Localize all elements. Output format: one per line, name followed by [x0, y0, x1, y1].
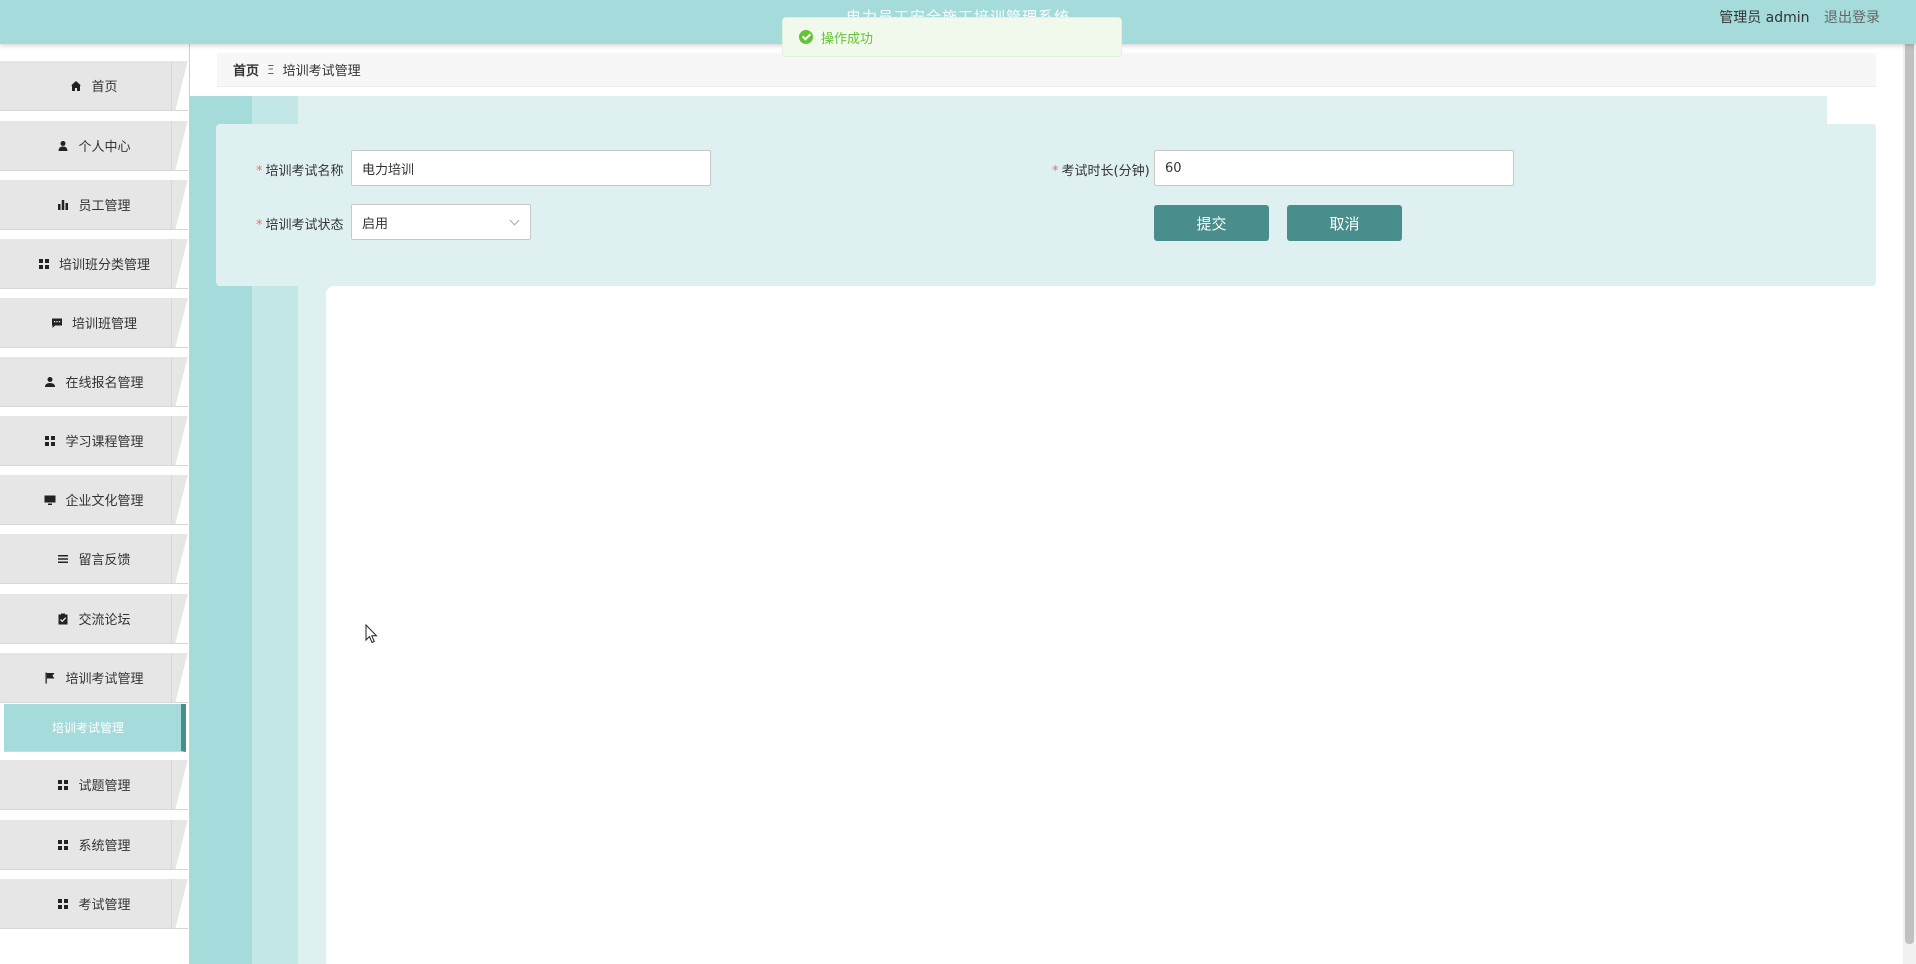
content-area	[326, 286, 1916, 964]
exam-form: * 培训考试名称 电力培训 * 考试时长(分钟) 60 * 培训考试状态 启用 提交 …	[216, 124, 1876, 286]
duration-label: * 考试时长(分钟)	[1052, 164, 1150, 179]
sidebar-item-personal-center[interactable]: 个人中心	[0, 121, 188, 171]
sidebar-item-class[interactable]: 培训班管理	[0, 298, 188, 348]
breadcrumb-current: 培训考试管理	[282, 64, 361, 79]
sidebar-item-registration[interactable]: 在线报名管理	[0, 357, 188, 407]
sidebar-item-label: 学习课程管理	[65, 435, 144, 450]
clipboard-check-icon	[57, 613, 69, 625]
sidebar-item-label: 个人中心	[78, 140, 131, 155]
sidebar-item-system[interactable]: 系统管理	[0, 820, 188, 870]
user-area: 管理员 admin 退出登录	[1719, 7, 1880, 27]
sidebar: 首页 个人中心 员工管理 培训班分类管理 培训班管理 在线报名管理 学习课程管理…	[0, 44, 190, 964]
sidebar-subitem-label: 培训考试管理	[52, 721, 125, 735]
duration-value: 60	[1165, 160, 1182, 176]
success-toast: 操作成功	[782, 17, 1122, 57]
sidebar-item-feedback[interactable]: 留言反馈	[0, 534, 188, 584]
list-icon	[57, 553, 69, 565]
grid-icon	[57, 779, 69, 791]
check-circle-icon	[799, 30, 813, 44]
sidebar-item-label: 交流论坛	[78, 613, 131, 628]
sidebar-item-questions[interactable]: 试题管理	[0, 760, 188, 810]
status-value: 启用	[362, 216, 389, 232]
sidebar-item-forum[interactable]: 交流论坛	[0, 594, 188, 644]
chevron-down-icon	[509, 215, 520, 226]
user-icon	[57, 140, 69, 152]
sidebar-item-class-category[interactable]: 培训班分类管理	[0, 239, 188, 289]
logout-link[interactable]: 退出登录	[1824, 10, 1880, 26]
exam-name-value: 电力培训	[362, 162, 415, 178]
monitor-icon	[44, 494, 56, 506]
status-select[interactable]: 启用	[351, 204, 531, 240]
person-icon	[44, 376, 56, 388]
sidebar-item-label: 首页	[91, 80, 118, 95]
exam-name-label: * 培训考试名称	[256, 164, 344, 179]
submit-button[interactable]: 提交	[1154, 205, 1269, 241]
sidebar-item-staff[interactable]: 员工管理	[0, 180, 188, 230]
grid-icon	[38, 258, 50, 270]
breadcrumb-separator-icon: Ξ	[267, 62, 275, 77]
current-user-label: 管理员 admin	[1719, 10, 1810, 26]
sidebar-item-label: 留言反馈	[78, 553, 131, 568]
grid-icon	[57, 839, 69, 851]
sidebar-subitem-exam-management[interactable]: 培训考试管理	[4, 704, 186, 752]
duration-input[interactable]: 60	[1154, 150, 1514, 186]
chat-icon	[51, 317, 63, 329]
page-scrollbar[interactable]	[1903, 0, 1916, 964]
sidebar-item-label: 培训班管理	[71, 317, 137, 332]
sidebar-item-label: 企业文化管理	[65, 494, 144, 509]
sidebar-item-culture[interactable]: 企业文化管理	[0, 475, 188, 525]
breadcrumb: 首页 Ξ 培训考试管理	[217, 53, 1876, 87]
flag-icon	[44, 672, 56, 684]
exam-name-input[interactable]: 电力培训	[351, 150, 711, 186]
sidebar-item-exam-management[interactable]: 培训考试管理	[0, 653, 188, 703]
scrollbar-thumb[interactable]	[1905, 14, 1914, 944]
breadcrumb-home[interactable]: 首页	[233, 60, 259, 79]
sidebar-item-label: 培训考试管理	[65, 672, 144, 687]
grid-icon	[57, 898, 69, 910]
grid-icon	[44, 435, 56, 447]
sidebar-item-course[interactable]: 学习课程管理	[0, 416, 188, 466]
sidebar-item-label: 考试管理	[78, 898, 131, 913]
sidebar-item-label: 员工管理	[78, 199, 131, 214]
bar-chart-icon	[57, 199, 69, 211]
status-label: * 培训考试状态	[256, 218, 344, 233]
sidebar-item-exam[interactable]: 考试管理	[0, 879, 188, 929]
sidebar-item-label: 试题管理	[78, 779, 131, 794]
cancel-button[interactable]: 取消	[1287, 205, 1402, 241]
sidebar-item-label: 系统管理	[78, 839, 131, 854]
sidebar-item-label: 培训班分类管理	[58, 258, 150, 273]
home-icon	[70, 80, 82, 92]
toast-message: 操作成功	[821, 31, 874, 47]
sidebar-item-label: 在线报名管理	[65, 376, 144, 391]
sidebar-item-home[interactable]: 首页	[0, 61, 188, 111]
